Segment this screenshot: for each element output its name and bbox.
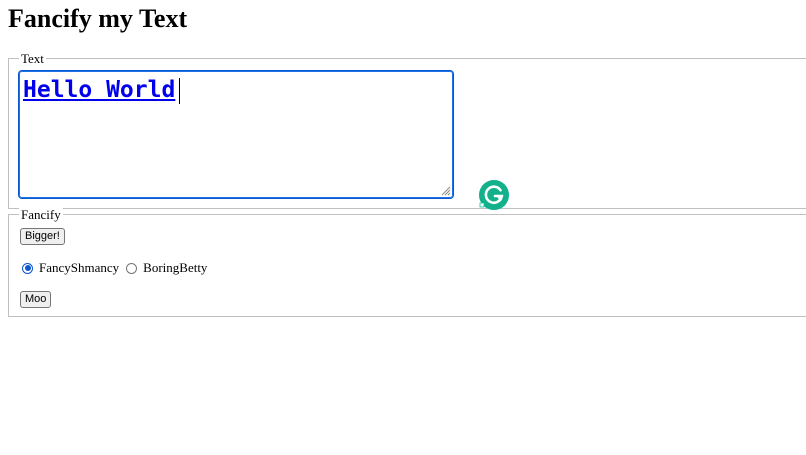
resize-handle-icon[interactable] xyxy=(440,185,451,196)
boringbetty-radio[interactable] xyxy=(126,262,138,274)
grammarly-icon[interactable] xyxy=(478,179,510,211)
page-title: Fancify my Text xyxy=(8,4,188,33)
text-legend: Text xyxy=(19,51,46,66)
textarea-value: Hello World xyxy=(23,77,176,103)
fancify-fieldset: Fancify Bigger! FancyShmancy BoringBetty… xyxy=(8,207,806,317)
fancyshmancy-label[interactable]: FancyShmancy xyxy=(39,260,119,276)
text-caret xyxy=(179,78,180,104)
page: Fancify my Text Text Hello World Fancify… xyxy=(0,0,806,455)
bigger-button[interactable]: Bigger! xyxy=(20,228,65,245)
text-fieldset: Text Hello World xyxy=(8,51,806,209)
fancify-legend: Fancify xyxy=(19,207,63,222)
fancyshmancy-radio[interactable] xyxy=(22,262,33,274)
boringbetty-label[interactable]: BoringBetty xyxy=(143,260,207,276)
style-radio-group: FancyShmancy BoringBetty xyxy=(22,260,214,276)
moo-button[interactable]: Moo xyxy=(20,291,52,308)
text-input-area[interactable]: Hello World xyxy=(18,70,454,199)
